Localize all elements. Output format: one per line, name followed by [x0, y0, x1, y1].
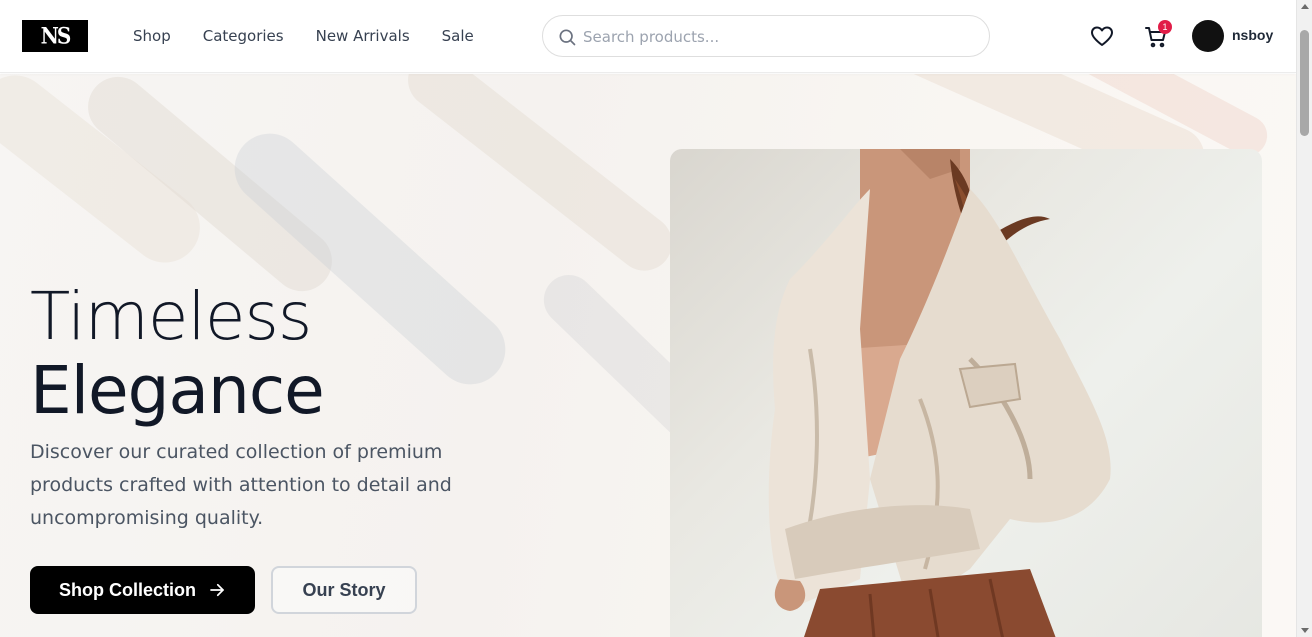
heart-icon[interactable] [1090, 25, 1114, 47]
page-scrollbar[interactable] [1296, 0, 1312, 637]
hero-section: Timeless Elegance Discover our curated c… [0, 74, 1296, 637]
hero-title-bold: Elegance [30, 352, 325, 429]
our-story-button[interactable]: Our Story [271, 566, 417, 614]
logo-text: NS [40, 22, 72, 50]
shop-collection-button[interactable]: Shop Collection [30, 566, 255, 614]
hero-title-light: Timeless [30, 278, 312, 355]
arrow-right-icon [210, 583, 224, 597]
nav-link-categories[interactable]: Categories [203, 26, 284, 46]
scroll-down-arrow-icon[interactable] [1301, 628, 1309, 633]
site-header: NS Shop Categories New Arrivals Sale 1 n… [0, 0, 1296, 73]
nav-link-shop[interactable]: Shop [133, 26, 171, 46]
nav-link-new-arrivals[interactable]: New Arrivals [316, 26, 410, 46]
search-box[interactable] [542, 15, 990, 57]
nav-link-sale[interactable]: Sale [442, 26, 474, 46]
shop-collection-label: Shop Collection [59, 579, 196, 600]
hero-background-shape [396, 74, 684, 282]
our-story-label: Our Story [302, 579, 386, 600]
avatar[interactable] [1192, 20, 1224, 52]
scroll-up-arrow-icon[interactable] [1301, 4, 1309, 9]
username[interactable]: nsboy [1232, 27, 1273, 43]
search-icon [559, 29, 576, 46]
search-input[interactable] [583, 24, 973, 50]
model-illustration [768, 149, 1111, 637]
brand-logo[interactable]: NS [22, 20, 88, 52]
main-nav: Shop Categories New Arrivals Sale [133, 26, 474, 46]
hero-description: Discover our curated collection of premi… [30, 441, 452, 529]
scrollbar-thumb[interactable] [1300, 30, 1309, 136]
cart-count-badge: 1 [1158, 20, 1172, 34]
hero-product-image [670, 149, 1262, 637]
